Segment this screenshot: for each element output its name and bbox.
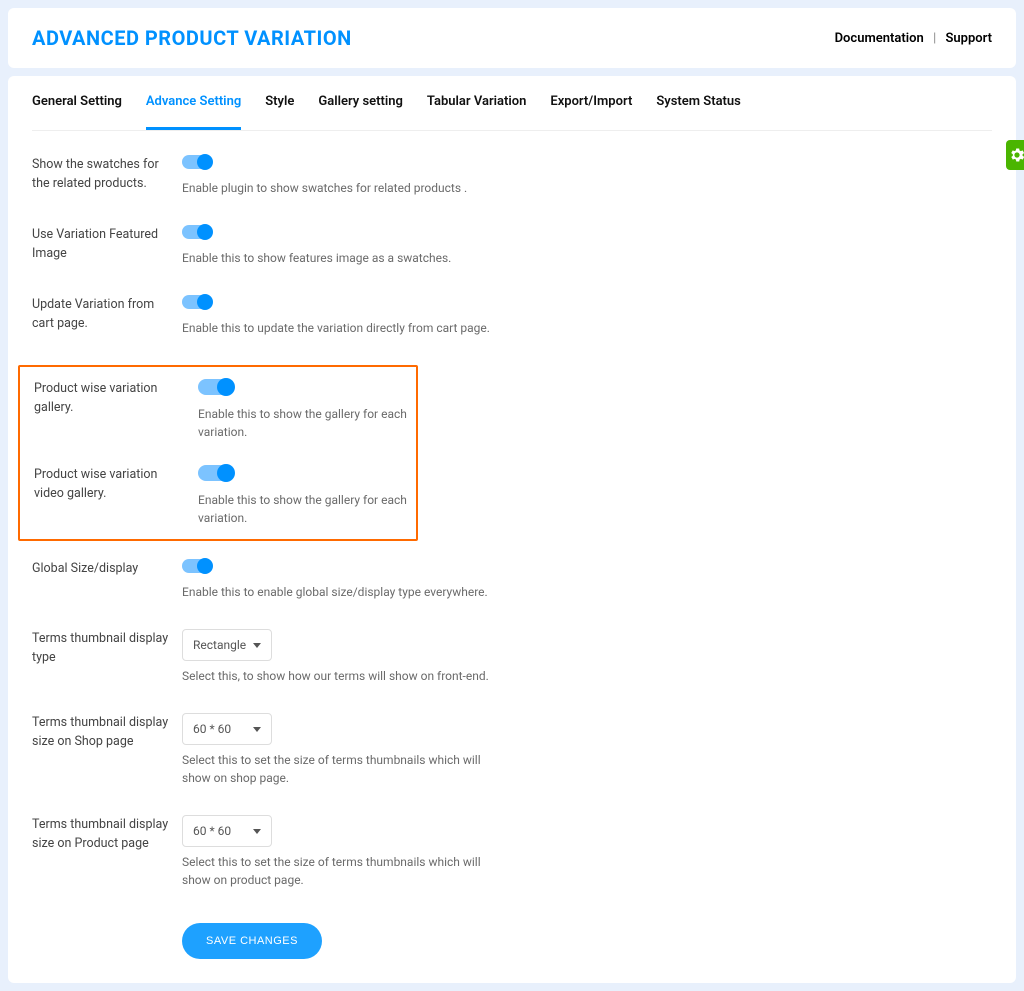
setting-thumb-size-shop: Terms thumbnail display size on Shop pag… (32, 713, 992, 787)
desc-product-video-gallery: Enable this to show the gallery for each… (198, 491, 416, 527)
setting-product-video-gallery: Product wise variation video gallery. En… (34, 465, 416, 527)
tabs: General Setting Advance Setting Style Ga… (32, 76, 992, 131)
label-thumb-size-shop: Terms thumbnail display size on Shop pag… (32, 713, 182, 752)
floating-settings-button[interactable] (1006, 140, 1024, 170)
setting-variation-featured: Use Variation Featured Image Enable this… (32, 225, 992, 267)
setting-product-gallery: Product wise variation gallery. Enable t… (34, 379, 416, 441)
highlighted-settings: Product wise variation gallery. Enable t… (18, 365, 418, 541)
desc-swatches-related: Enable plugin to show swatches for relat… (182, 179, 502, 197)
label-thumb-size-product: Terms thumbnail display size on Product … (32, 815, 182, 854)
label-variation-featured: Use Variation Featured Image (32, 225, 182, 264)
select-thumb-size-product[interactable]: 60 * 60 (182, 815, 272, 847)
setting-update-variation-cart: Update Variation from cart page. Enable … (32, 295, 992, 337)
toggle-product-gallery[interactable] (198, 379, 232, 395)
control-thumb-size-product: 60 * 60 Select this to set the size of t… (182, 815, 992, 889)
select-thumb-display-type[interactable]: Rectangle (182, 629, 272, 661)
control-update-variation-cart: Enable this to update the variation dire… (182, 295, 992, 337)
tab-advance-setting[interactable]: Advance Setting (146, 76, 241, 130)
tab-system-status[interactable]: System Status (656, 76, 741, 130)
setting-thumb-display-type: Terms thumbnail display type Rectangle S… (32, 629, 992, 685)
label-thumb-display-type: Terms thumbnail display type (32, 629, 182, 668)
control-thumb-size-shop: 60 * 60 Select this to set the size of t… (182, 713, 992, 787)
toggle-product-video-gallery[interactable] (198, 465, 232, 481)
label-swatches-related: Show the swatches for the related produc… (32, 155, 182, 194)
documentation-link[interactable]: Documentation (835, 31, 924, 46)
control-product-gallery: Enable this to show the gallery for each… (198, 379, 416, 441)
label-update-variation-cart: Update Variation from cart page. (32, 295, 182, 334)
control-thumb-display-type: Rectangle Select this, to show how our t… (182, 629, 992, 685)
toggle-global-size[interactable] (182, 559, 210, 573)
save-button[interactable]: SAVE CHANGES (182, 923, 322, 959)
main-panel: General Setting Advance Setting Style Ga… (8, 76, 1016, 983)
settings-form: Show the swatches for the related produc… (32, 131, 992, 959)
desc-thumb-display-type: Select this, to show how our terms will … (182, 667, 502, 685)
tab-tabular-variation[interactable]: Tabular Variation (427, 76, 526, 130)
link-divider: | (933, 31, 936, 46)
header-links: Documentation | Support (835, 31, 992, 46)
desc-thumb-size-product: Select this to set the size of terms thu… (182, 853, 502, 889)
tab-general-setting[interactable]: General Setting (32, 76, 122, 130)
control-swatches-related: Enable plugin to show swatches for relat… (182, 155, 992, 197)
setting-swatches-related: Show the swatches for the related produc… (32, 155, 992, 197)
select-value-thumb-display-type: Rectangle (193, 638, 246, 652)
control-variation-featured: Enable this to show features image as a … (182, 225, 992, 267)
header-bar: ADVANCED PRODUCT VARIATION Documentation… (8, 8, 1016, 68)
toggle-variation-featured[interactable] (182, 225, 210, 239)
support-link[interactable]: Support (945, 31, 992, 46)
desc-update-variation-cart: Enable this to update the variation dire… (182, 319, 502, 337)
select-value-thumb-size-product: 60 * 60 (193, 824, 231, 838)
setting-global-size: Global Size/display Enable this to enabl… (32, 559, 992, 601)
desc-thumb-size-shop: Select this to set the size of terms thu… (182, 751, 502, 787)
toggle-swatches-related[interactable] (182, 155, 210, 169)
setting-thumb-size-product: Terms thumbnail display size on Product … (32, 815, 992, 889)
desc-product-gallery: Enable this to show the gallery for each… (198, 405, 416, 441)
tab-gallery-setting[interactable]: Gallery setting (318, 76, 403, 130)
label-product-video-gallery: Product wise variation video gallery. (34, 465, 198, 504)
gear-icon (1008, 146, 1024, 164)
label-product-gallery: Product wise variation gallery. (34, 379, 198, 418)
control-global-size: Enable this to enable global size/displa… (182, 559, 992, 601)
tab-style[interactable]: Style (265, 76, 294, 130)
label-global-size: Global Size/display (32, 559, 182, 579)
select-thumb-size-shop[interactable]: 60 * 60 (182, 713, 272, 745)
desc-variation-featured: Enable this to show features image as a … (182, 249, 502, 267)
desc-global-size: Enable this to enable global size/displa… (182, 583, 502, 601)
page-title: ADVANCED PRODUCT VARIATION (32, 26, 352, 50)
control-product-video-gallery: Enable this to show the gallery for each… (198, 465, 416, 527)
tab-export-import[interactable]: Export/Import (550, 76, 632, 130)
toggle-update-variation-cart[interactable] (182, 295, 210, 309)
select-value-thumb-size-shop: 60 * 60 (193, 722, 231, 736)
